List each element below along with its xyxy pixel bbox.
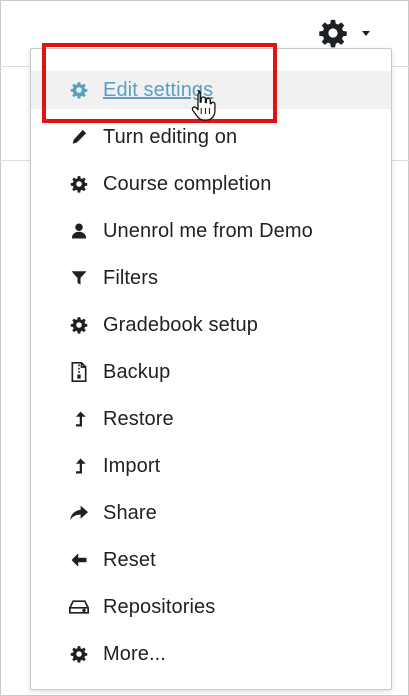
gear-icon: [69, 174, 89, 194]
menu-item-backup[interactable]: Backup: [31, 353, 391, 391]
menu-item-label: Course completion: [103, 172, 272, 195]
menu-item-reset[interactable]: Reset: [31, 541, 391, 579]
menu-item-more[interactable]: More...: [31, 635, 391, 673]
menu-item-label: Gradebook setup: [103, 313, 258, 336]
hdd-icon: [69, 597, 89, 617]
course-actions-button[interactable]: [318, 18, 388, 48]
menu-item-filters[interactable]: Filters: [31, 259, 391, 297]
menu-item-unenrol[interactable]: Unenrol me from Demo: [31, 212, 391, 250]
menu-item-label: Turn editing on: [103, 125, 238, 148]
filter-icon: [69, 268, 89, 288]
level-up-icon: [69, 456, 89, 476]
gear-icon: [69, 315, 89, 335]
menu-item-label: Reset: [103, 548, 156, 571]
pencil-icon: [69, 127, 89, 147]
hand-pointer-icon: [191, 89, 216, 121]
gear-icon: [69, 644, 89, 664]
menu-item-label: Filters: [103, 266, 159, 289]
user-icon: [69, 221, 89, 241]
menu-item-gradebook-setup[interactable]: Gradebook setup: [31, 306, 391, 344]
arrow-left-icon: [69, 550, 89, 570]
menu-item-restore[interactable]: Restore: [31, 400, 391, 438]
caret-down-icon: [362, 30, 370, 36]
menu-item-label: More...: [103, 642, 166, 665]
menu-item-repositories[interactable]: Repositories: [31, 588, 391, 626]
menu-item-label: Repositories: [103, 595, 216, 618]
menu-item-turn-editing-on[interactable]: Turn editing on: [31, 118, 391, 156]
menu-item-label: Share: [103, 501, 157, 524]
menu-item-label: Unenrol me from Demo: [103, 219, 313, 242]
menu-item-course-completion[interactable]: Course completion: [31, 165, 391, 203]
gear-icon: [318, 18, 348, 48]
course-actions-menu: Edit settings Turn editing on Course com…: [30, 48, 392, 690]
level-up-icon: [69, 409, 89, 429]
menu-item-label: Restore: [103, 407, 174, 430]
menu-item-import[interactable]: Import: [31, 447, 391, 485]
gear-icon: [69, 80, 89, 100]
menu-item-share[interactable]: Share: [31, 494, 391, 532]
file-archive-icon: [69, 362, 89, 382]
menu-item-label: Backup: [103, 360, 171, 383]
menu-item-label: Import: [103, 454, 161, 477]
share-icon: [69, 503, 89, 523]
